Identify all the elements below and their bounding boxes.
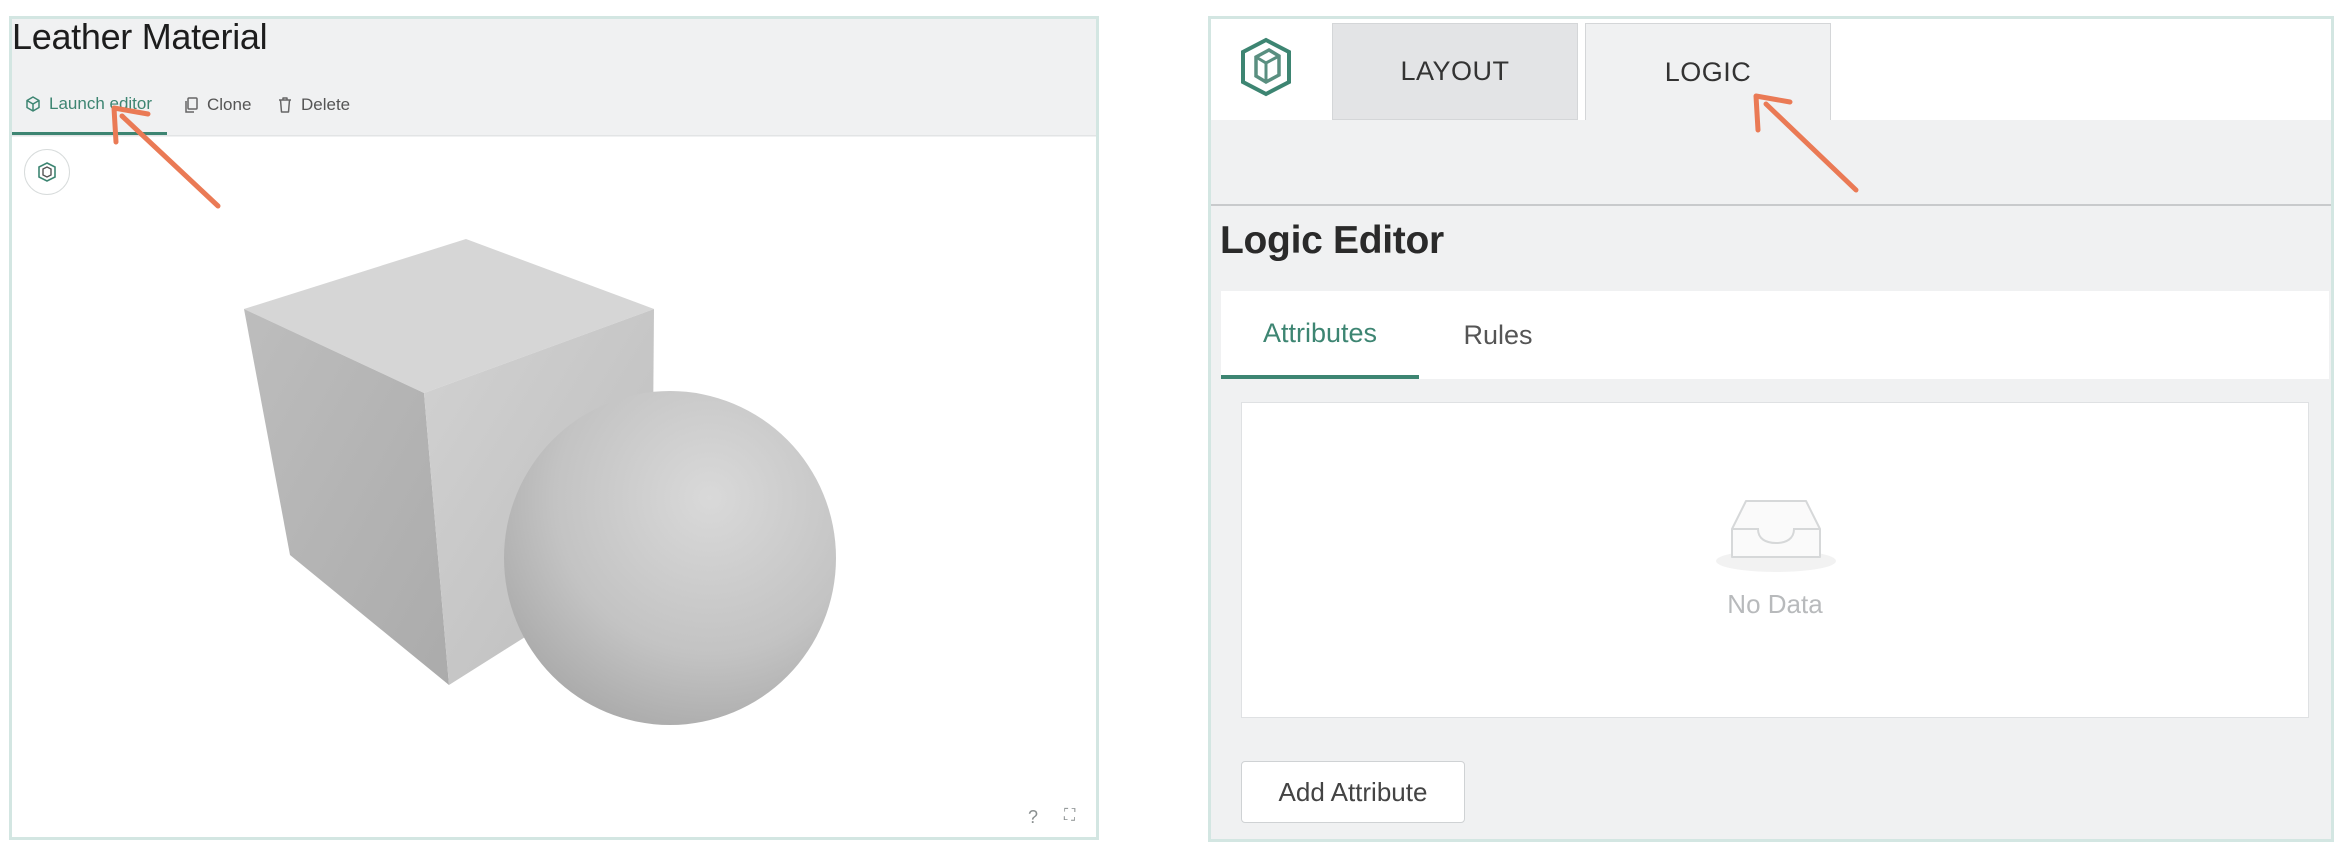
clone-label: Clone bbox=[207, 95, 252, 114]
fullscreen-icon[interactable]: ⛶ bbox=[1064, 807, 1075, 825]
editor-subheader bbox=[1211, 120, 2331, 206]
add-attribute-button[interactable]: Add Attribute bbox=[1241, 761, 1465, 823]
logic-editor-window: LAYOUT LOGIC Logic Editor Attributes Rul… bbox=[1208, 16, 2334, 842]
tab-layout[interactable]: LAYOUT bbox=[1332, 23, 1578, 120]
inbox-icon bbox=[1716, 500, 1836, 572]
material-toolbar: Launch editor Clone Delete bbox=[12, 75, 1096, 136]
editor-header: LAYOUT LOGIC bbox=[1211, 19, 2331, 120]
3d-scene[interactable] bbox=[12, 137, 1096, 837]
tab-rules[interactable]: Rules bbox=[1433, 291, 1563, 379]
attributes-list: No Data bbox=[1241, 402, 2309, 718]
material-panel: Leather Material Launch editor Clone Del… bbox=[9, 16, 1099, 840]
empty-state-text: No Data bbox=[1727, 589, 1823, 619]
help-icon[interactable]: ? bbox=[1028, 807, 1038, 828]
logic-tabs: Attributes Rules bbox=[1221, 291, 2329, 379]
page-title: Logic Editor bbox=[1220, 219, 1444, 262]
cube-icon bbox=[26, 95, 40, 112]
tab-logic[interactable]: LOGIC bbox=[1585, 23, 1831, 120]
trash-icon bbox=[279, 97, 291, 113]
material-title: Leather Material bbox=[12, 16, 268, 57]
viewport-logo[interactable] bbox=[24, 149, 70, 195]
3d-viewport[interactable]: ? ⛶ bbox=[12, 137, 1096, 837]
delete-label: Delete bbox=[301, 95, 351, 114]
logo-icon bbox=[38, 162, 56, 182]
sphere bbox=[504, 391, 836, 725]
logo-icon[interactable] bbox=[1239, 37, 1293, 97]
clone-button[interactable]: Clone bbox=[184, 75, 251, 135]
copy-icon bbox=[185, 97, 198, 113]
tab-attributes[interactable]: Attributes bbox=[1221, 291, 1419, 379]
delete-button[interactable]: Delete bbox=[278, 75, 350, 135]
launch-editor-button[interactable]: Launch editor bbox=[12, 75, 167, 135]
launch-editor-label: Launch editor bbox=[49, 93, 153, 113]
